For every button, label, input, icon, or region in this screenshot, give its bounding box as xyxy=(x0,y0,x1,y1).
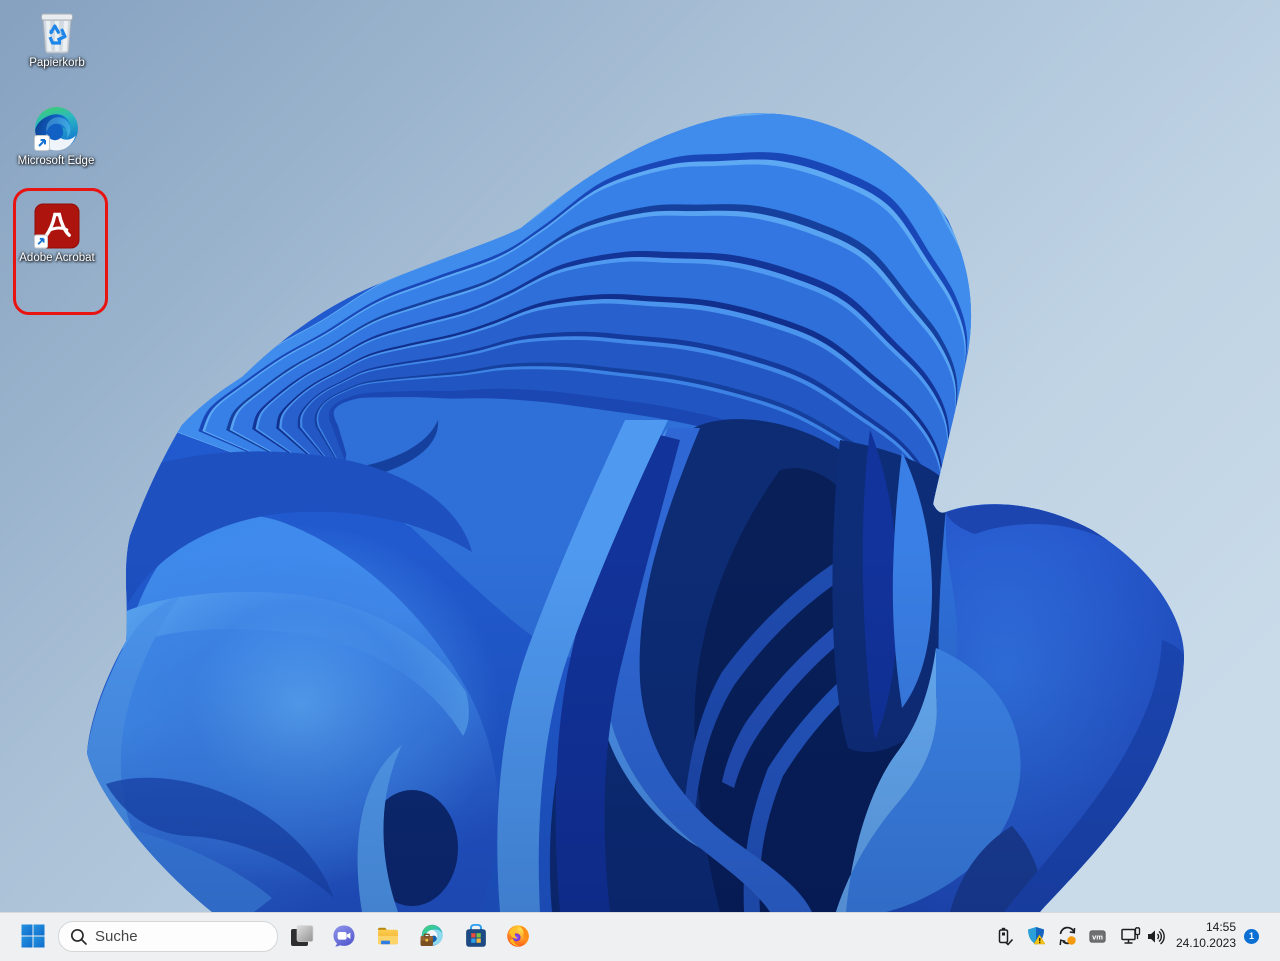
svg-text:vm: vm xyxy=(1092,933,1103,942)
